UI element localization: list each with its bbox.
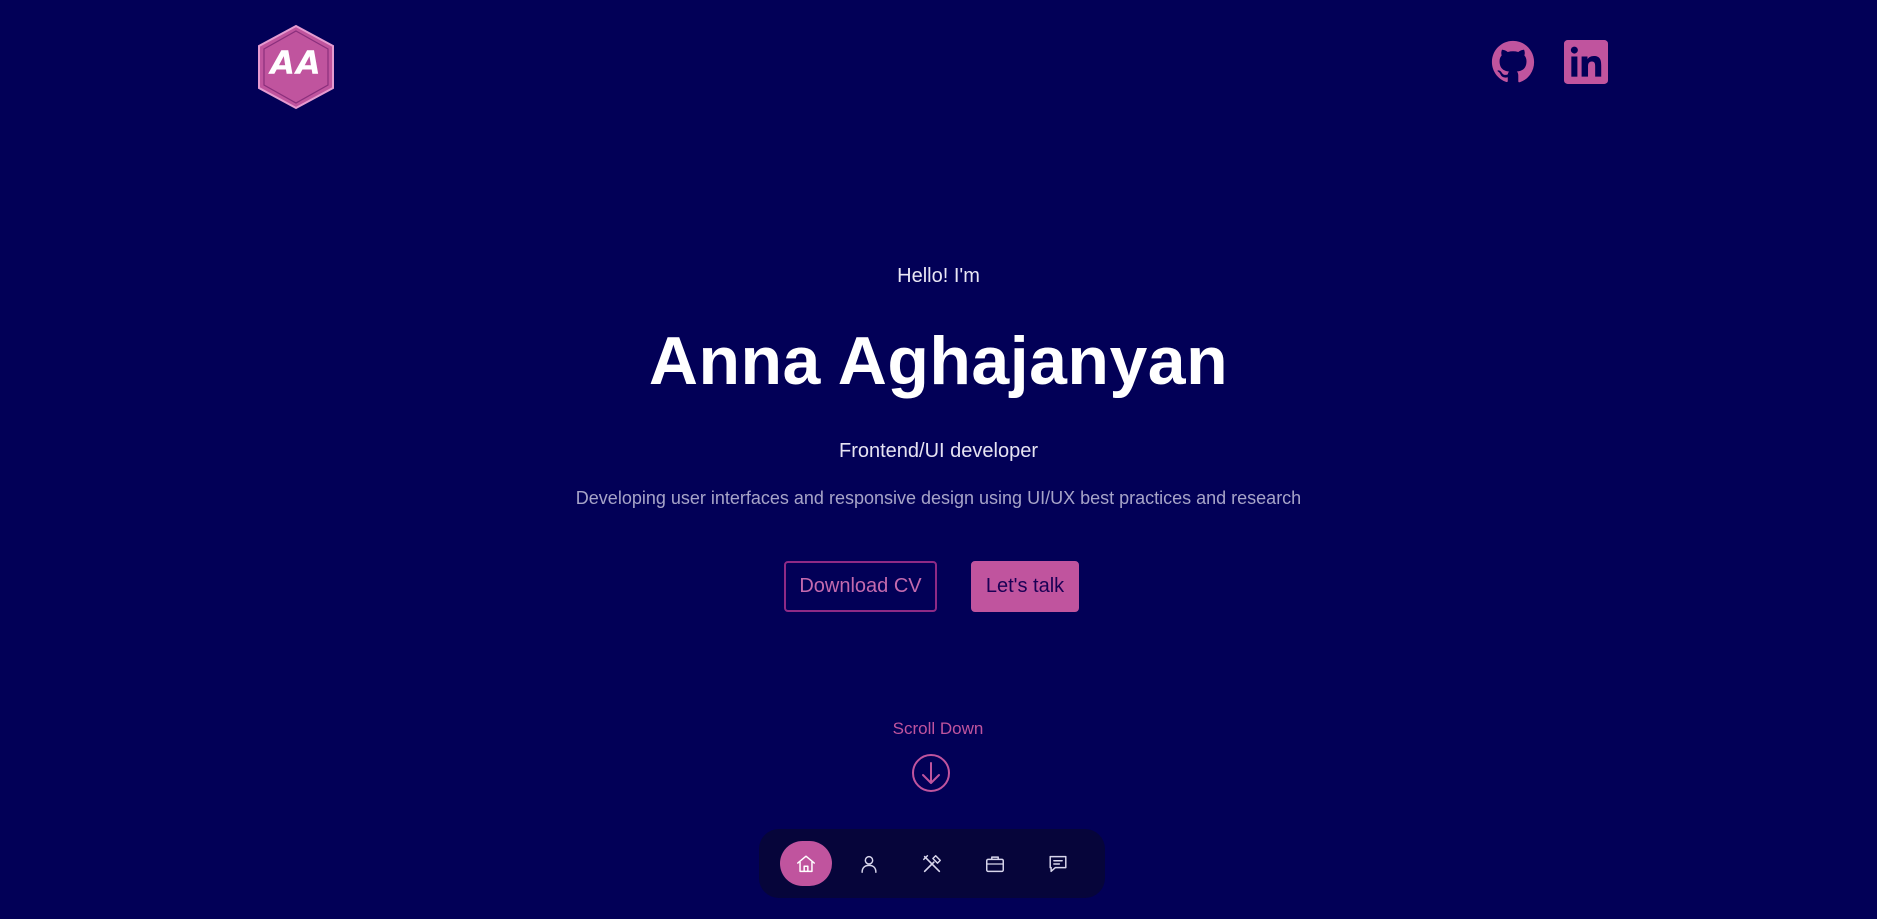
nav-skills[interactable] — [907, 841, 957, 886]
message-icon — [1049, 855, 1067, 872]
site-logo[interactable]: AA — [256, 24, 336, 110]
logo-text: AA — [270, 44, 322, 82]
hero-tagline: Developing user interfaces and responsiv… — [575, 488, 1302, 508]
nav-home[interactable] — [780, 841, 832, 886]
tools-icon — [923, 854, 941, 872]
github-icon — [1491, 40, 1535, 83]
bottom-nav-dock — [759, 829, 1105, 898]
nav-contact[interactable] — [1033, 841, 1083, 886]
scroll-down-link[interactable]: Scroll Down — [838, 716, 1038, 796]
linkedin-link[interactable] — [1564, 40, 1608, 84]
github-link[interactable] — [1491, 40, 1535, 84]
hero-role: Frontend/UI developer — [838, 440, 1038, 462]
hero-name: Anna Aghajanyan — [648, 323, 1229, 399]
nav-portfolio[interactable] — [970, 841, 1020, 886]
home-icon — [797, 854, 815, 872]
nav-about[interactable] — [844, 841, 894, 886]
hero-greeting: Hello! I'm — [897, 265, 980, 287]
linkedin-icon — [1564, 40, 1608, 84]
hero-page: AA Hello! I'm Anna Aghajanyan Frontend/U… — [0, 0, 1877, 919]
download-cv-button[interactable]: Download CV — [784, 561, 937, 612]
lets-talk-button[interactable]: Let's talk — [971, 561, 1079, 612]
arrow-down-circle-icon — [911, 753, 951, 793]
briefcase-icon — [986, 855, 1004, 872]
scroll-down-label: Scroll Down — [892, 719, 984, 738]
user-icon — [861, 855, 877, 873]
